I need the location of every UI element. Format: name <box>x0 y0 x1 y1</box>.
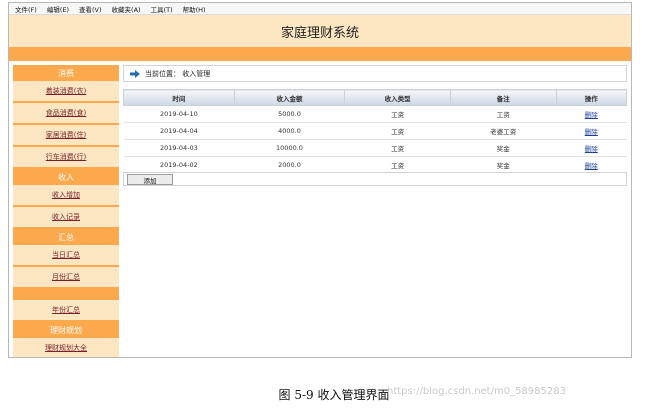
table-row: 2019-04-04 4000.0 工资 老婆工资 删除 <box>123 122 627 140</box>
sidebar-item-label[interactable]: 收入增加 <box>52 190 80 200</box>
sidebar-heading-label: 理财规划 <box>50 325 82 335</box>
sidebar-heading-label: 消费 <box>58 68 74 78</box>
column-header-note: 备注 <box>449 89 557 106</box>
income-table: 时间 收入金额 收入类型 备注 操作 2019-04-10 5000.0 工资 … <box>123 89 628 174</box>
header-divider-bar <box>9 47 631 61</box>
cell-note: 工资 <box>450 105 557 123</box>
sidebar-item-label[interactable]: 行车消费(行) <box>46 152 86 162</box>
cell-date: 2019-04-03 <box>123 139 235 157</box>
sidebar-item-transport[interactable]: 行车消费(行) <box>13 147 119 169</box>
arrow-right-icon <box>130 69 140 78</box>
table-row: 2019-04-03 10000.0 工资 奖金 删除 <box>123 139 627 157</box>
column-header-action: 操作 <box>555 89 628 106</box>
cell-date: 2019-04-04 <box>123 122 235 140</box>
sidebar-item-daily-summary[interactable]: 当日汇总 <box>13 245 119 267</box>
sidebar-heading-summary: 汇总 <box>13 229 119 245</box>
table-row: 2019-04-10 5000.0 工资 工资 删除 <box>123 105 627 123</box>
menu-edit[interactable]: 编辑(E) <box>47 4 69 14</box>
cell-action: 删除 <box>556 122 627 140</box>
sidebar-spacer <box>13 289 119 300</box>
browser-window: 文件(F) 编辑(E) 查看(V) 收藏夹(A) 工具(T) 帮助(H) 家庭理… <box>8 2 632 358</box>
sidebar-item-yearly-summary[interactable]: 年份汇总 <box>13 300 119 322</box>
table-row: 2019-04-02 2000.0 工资 奖金 删除 <box>123 156 627 174</box>
sidebar-item-label[interactable]: 年份汇总 <box>52 305 80 315</box>
table-header-row: 时间 收入金额 收入类型 备注 操作 <box>123 89 628 106</box>
cell-date: 2019-04-02 <box>123 156 235 174</box>
menu-help[interactable]: 帮助(H) <box>183 4 206 14</box>
breadcrumb: 当前位置： 收入管理 <box>123 65 627 82</box>
column-header-type: 收入类型 <box>344 89 451 106</box>
sidebar-heading-income: 收入 <box>13 169 119 185</box>
cell-amount: 2000.0 <box>234 156 345 174</box>
cell-amount: 4000.0 <box>234 122 345 140</box>
sidebar-item-label[interactable]: 理财规划大全 <box>45 343 87 353</box>
sidebar-item-income-records[interactable]: 收入记录 <box>13 207 119 229</box>
sidebar-item-label[interactable]: 着装消费(衣) <box>46 86 86 96</box>
cell-type: 工资 <box>344 156 451 174</box>
cell-amount: 5000.0 <box>234 105 345 123</box>
menu-view[interactable]: 查看(V) <box>79 4 102 14</box>
cell-action: 删除 <box>556 139 627 157</box>
sidebar-item-label[interactable]: 当日汇总 <box>52 250 80 260</box>
delete-link[interactable]: 删除 <box>585 145 598 153</box>
add-button[interactable]: 添加 <box>127 173 173 185</box>
column-header-amount: 收入金额 <box>233 89 346 106</box>
delete-link[interactable]: 删除 <box>585 162 598 170</box>
sidebar-item-housing[interactable]: 家居消费(住) <box>13 125 119 147</box>
cell-note: 老婆工资 <box>450 122 557 140</box>
add-toolbar: 添加 <box>123 172 627 186</box>
cell-type: 工资 <box>344 105 451 123</box>
cell-type: 工资 <box>344 139 451 157</box>
cell-action: 删除 <box>556 105 627 123</box>
app-title: 家庭理财系统 <box>280 25 359 41</box>
sidebar-item-label[interactable]: 收入记录 <box>52 212 80 222</box>
cell-note: 奖金 <box>450 139 557 157</box>
sidebar-item-food[interactable]: 食品消费(食) <box>13 103 119 125</box>
app-header: 家庭理财系统 <box>9 15 631 47</box>
sidebar-heading-label: 汇总 <box>58 232 74 242</box>
sidebar-item-monthly-summary[interactable]: 月份汇总 <box>13 267 119 289</box>
cell-amount: 10000.0 <box>234 139 345 157</box>
sidebar-item-label[interactable]: 家居消费(住) <box>46 130 86 140</box>
sidebar-item-label[interactable]: 月份汇总 <box>52 272 80 282</box>
sidebar: 消费 着装消费(衣) 食品消费(食) 家居消费(住) 行车消费(行) 收入 收入… <box>13 65 119 357</box>
menu-tools[interactable]: 工具(T) <box>151 4 173 14</box>
sidebar-item-income-add[interactable]: 收入增加 <box>13 185 119 207</box>
column-header-date: 时间 <box>123 89 235 106</box>
breadcrumb-text: 当前位置： 收入管理 <box>145 69 211 78</box>
sidebar-heading-label: 收入 <box>58 172 74 182</box>
sidebar-item-planning-all[interactable]: 理财规划大全 <box>13 338 119 357</box>
sidebar-item-label[interactable]: 食品消费(食) <box>46 108 86 118</box>
delete-link[interactable]: 删除 <box>585 128 598 136</box>
cell-action: 删除 <box>556 156 627 174</box>
menu-favorites[interactable]: 收藏夹(A) <box>112 4 141 14</box>
menu-bar: 文件(F) 编辑(E) 查看(V) 收藏夹(A) 工具(T) 帮助(H) <box>9 3 631 15</box>
sidebar-item-clothing[interactable]: 着装消费(衣) <box>13 81 119 103</box>
cell-date: 2019-04-10 <box>123 105 235 123</box>
menu-file[interactable]: 文件(F) <box>15 4 37 14</box>
cell-type: 工资 <box>344 122 451 140</box>
watermark-text: https://blog.csdn.net/m0_58985283 <box>387 386 566 397</box>
delete-link[interactable]: 删除 <box>585 111 598 119</box>
cell-note: 奖金 <box>450 156 557 174</box>
sidebar-heading-consumption: 消费 <box>13 65 119 81</box>
figure-caption: 图 5-9 收入管理界面 <box>278 388 390 402</box>
sidebar-heading-planning: 理财规划 <box>13 322 119 338</box>
